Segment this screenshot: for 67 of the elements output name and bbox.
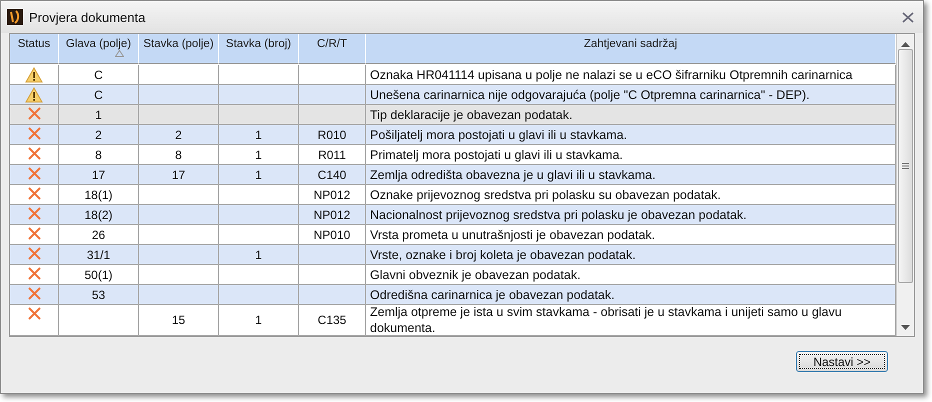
table-cell: 17: [139, 165, 219, 185]
table-cell: 1: [219, 145, 299, 165]
table-cell: 18(2): [59, 205, 139, 225]
error-x-icon: [28, 287, 40, 300]
column-header[interactable]: Status: [10, 34, 59, 64]
window-title: Provjera dokumenta: [29, 10, 146, 24]
message-cell: Odredišna carinarnica je obavezan podatak.: [366, 285, 896, 305]
error-x-icon: [28, 167, 40, 180]
table-cell: 8: [59, 145, 139, 165]
message-cell: Oznaka HR041114 upisana u polje ne nalazi se u eCO šifrarniku Otpremnih carinarnica: [366, 65, 896, 85]
table-cell: 1: [219, 165, 299, 185]
message-cell: Zemlja otpreme je ista u svim stavkama - obrisati je u stavkama i unijeti samo u glavu dokumenta.: [366, 305, 896, 336]
app-icon: [7, 9, 23, 25]
message-cell: Glavni obveznik je obavezan podatak.: [366, 265, 896, 285]
message-cell: Vrsta prometa u unutrašnjosti je obavezan podatak.: [366, 225, 896, 245]
table-cell: 8: [139, 145, 219, 165]
table-cell: R010: [299, 125, 366, 145]
error-x-icon: [28, 207, 40, 220]
error-x-icon: [28, 127, 40, 140]
scroll-down-icon[interactable]: [901, 325, 910, 330]
error-x-icon: [28, 107, 40, 120]
table-cell: C: [59, 65, 139, 85]
error-x-icon: [28, 267, 40, 280]
table-cell: 53: [59, 285, 139, 305]
error-x-icon: [28, 227, 40, 240]
continue-button[interactable]: Nastavi >>: [796, 351, 888, 372]
warning-icon: [25, 87, 43, 103]
scroll-up-icon[interactable]: [901, 42, 910, 47]
table-cell: 17: [59, 165, 139, 185]
table-cell: 1: [219, 305, 299, 336]
table-cell: 50(1): [59, 265, 139, 285]
message-cell: Nacionalnost prijevoznog sredstva pri polasku je obavezan podatak.: [366, 205, 896, 225]
table-cell: 31/1: [59, 245, 139, 265]
column-header[interactable]: C/R/T: [299, 34, 366, 64]
warning-icon: [25, 67, 43, 83]
message-cell: Tip deklaracije je obavezan podatak.: [366, 105, 896, 125]
message-cell: Pošiljatelj mora postojati u glavi ili u stavkama.: [366, 125, 896, 145]
table-cell: 1: [59, 105, 139, 125]
message-cell: Oznake prijevoznog sredstva pri polasku su obavezan podatak.: [366, 185, 896, 205]
table-cell: 26: [59, 225, 139, 245]
error-x-icon: [28, 187, 40, 200]
table-cell: C140: [299, 165, 366, 185]
table-cell: R011: [299, 145, 366, 165]
message-cell: Unešena carinarnica nije odgovarajuća (polje "C Otpremna carinarnica" - DEP).: [366, 85, 896, 105]
message-cell: Vrste, oznake i broj koleta je obavezan podatak.: [366, 245, 896, 265]
table-cell: C135: [299, 305, 366, 336]
column-header[interactable]: Stavka (broj): [219, 34, 299, 64]
table-cell: NP010: [299, 225, 366, 245]
table-cell: 1: [219, 245, 299, 265]
table-cell: 2: [59, 125, 139, 145]
error-x-icon: [28, 147, 40, 160]
column-header[interactable]: Glava (polje): [59, 34, 139, 64]
table-cell: C: [59, 85, 139, 105]
error-x-icon: [28, 307, 40, 320]
table-cell: NP012: [299, 185, 366, 205]
table-cell: 15: [139, 305, 219, 336]
scroll-thumb[interactable]: [898, 49, 913, 283]
error-x-icon: [28, 247, 40, 260]
message-cell: Primatelj mora postojati u glavi ili u stavkama.: [366, 145, 896, 165]
table-cell: 1: [219, 125, 299, 145]
message-cell: Zemlja odredišta obavezna je u glavi ili u stavkama.: [366, 165, 896, 185]
table-cell: NP012: [299, 205, 366, 225]
table-cell: 18(1): [59, 185, 139, 205]
table-cell: 2: [139, 125, 219, 145]
column-header[interactable]: Stavka (polje): [139, 34, 219, 64]
scrollbar[interactable]: [896, 34, 914, 336]
column-header[interactable]: Zahtjevani sadržaj: [366, 34, 896, 64]
